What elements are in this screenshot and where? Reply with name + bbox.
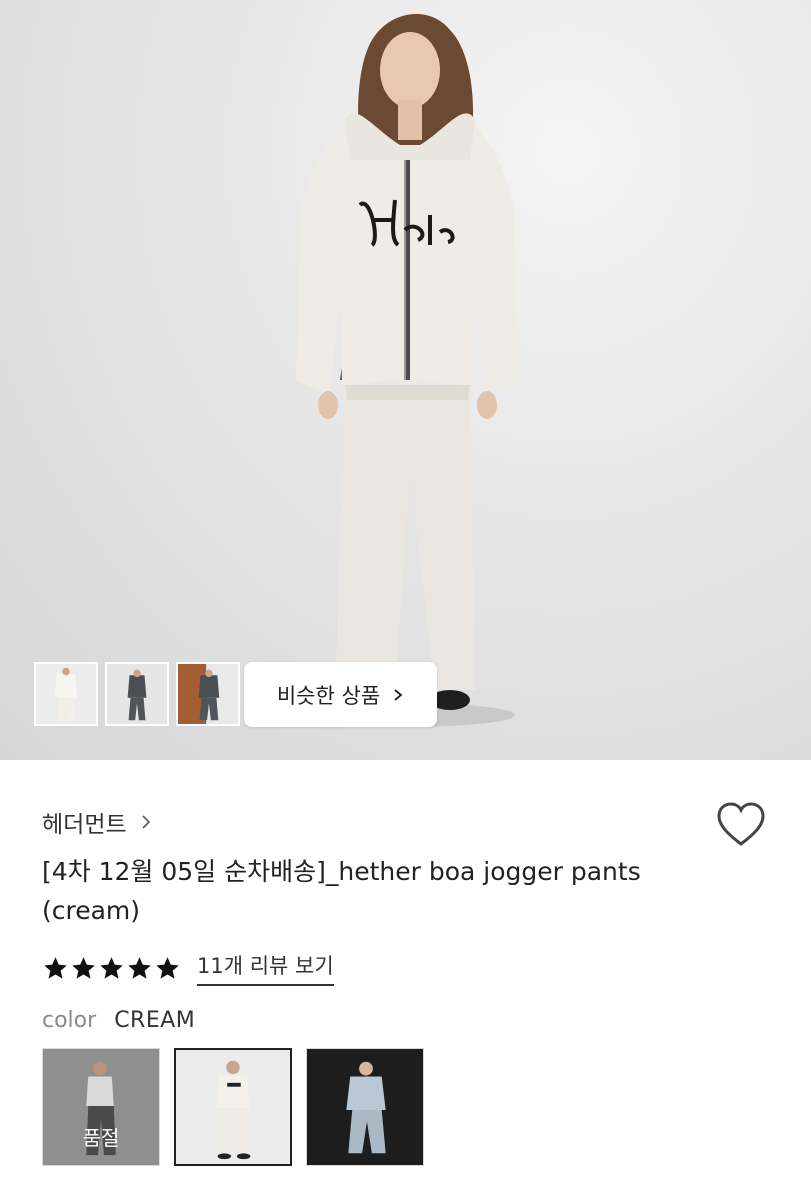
- thumbnail-image: [36, 664, 96, 724]
- star-icon: [100, 956, 123, 979]
- thumbnail-image: [178, 664, 238, 724]
- thumbnail-image: [107, 664, 167, 724]
- brand-link[interactable]: 헤더먼트: [42, 805, 151, 839]
- rating-stars: [42, 955, 181, 982]
- color-swatch-2-selected[interactable]: [174, 1048, 292, 1166]
- swatch-image: [307, 1049, 423, 1165]
- color-row: color CREAM: [42, 1008, 195, 1033]
- product-hero-image[interactable]: 비슷한 상품: [0, 0, 811, 760]
- swatch-image: [176, 1050, 290, 1164]
- rating-row: 11개 리뷰 보기: [42, 950, 334, 986]
- star-icon: [128, 956, 151, 979]
- color-label: color: [42, 1008, 97, 1033]
- brand-name: 헤더먼트: [42, 812, 127, 838]
- color-swatch-3[interactable]: [306, 1048, 424, 1166]
- product-title: [4차 12월 05일 순차배송]_hether boa jogger pant…: [42, 857, 641, 925]
- star-icon: [72, 956, 95, 979]
- color-swatch-1[interactable]: 품절: [42, 1048, 160, 1166]
- thumbnail-2[interactable]: [105, 662, 169, 726]
- sold-out-label: 품절: [82, 1126, 120, 1150]
- model-photo: [295, 13, 518, 727]
- view-reviews-link[interactable]: 11개 리뷰 보기: [197, 950, 334, 986]
- star-icon: [44, 956, 67, 979]
- color-value: CREAM: [114, 1008, 196, 1033]
- chevron-right-icon: [142, 815, 150, 829]
- similar-products-label: 비슷한 상품: [276, 683, 381, 708]
- star-icon: [156, 956, 179, 979]
- thumbnail-1[interactable]: [34, 662, 98, 726]
- thumbnail-3[interactable]: [176, 662, 240, 726]
- similar-products-button[interactable]: 비슷한 상품: [244, 662, 437, 727]
- heart-outline-icon[interactable]: [715, 800, 767, 850]
- chevron-right-icon: [394, 688, 403, 701]
